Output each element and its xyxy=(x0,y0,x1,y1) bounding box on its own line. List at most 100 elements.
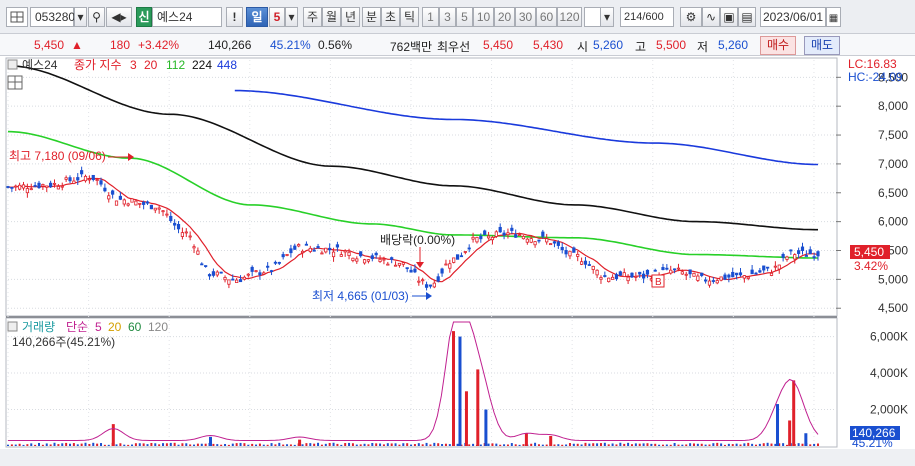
stock-code-input[interactable]: 053280 xyxy=(30,7,75,27)
stock-chart[interactable]: 4,5005,0005,5006,0006,5007,0007,5008,000… xyxy=(0,56,915,466)
low-value: 5,260 xyxy=(718,38,749,52)
candle-body xyxy=(669,269,673,274)
volume-bar xyxy=(146,444,149,446)
volume-legend-toggle-icon[interactable] xyxy=(7,321,18,332)
volume-bar xyxy=(603,442,606,446)
volume-bar xyxy=(615,444,618,446)
volume-bar xyxy=(131,444,134,446)
stock-name-input[interactable]: 예스24 xyxy=(152,7,222,27)
current-pct-axis-label: 3.42% xyxy=(854,259,888,273)
indicator-button[interactable]: ∿ xyxy=(702,7,720,27)
speaker-icon: ◀▸ xyxy=(111,10,127,24)
sound-button[interactable]: ◀▸ xyxy=(106,7,132,27)
candle-body xyxy=(808,249,812,255)
print-button[interactable]: ▤ xyxy=(738,7,756,27)
period-dropdown[interactable]: ▾ xyxy=(285,7,298,27)
save-button[interactable]: ▣ xyxy=(720,7,738,27)
custom-interval-dropdown[interactable]: ▾ xyxy=(600,7,614,27)
volume-bar xyxy=(305,443,308,446)
candle-body xyxy=(91,174,95,180)
candle-body xyxy=(219,271,223,274)
volume-tick-label: 4,000K xyxy=(870,366,908,380)
candle-body xyxy=(572,247,576,253)
volume-bar xyxy=(723,444,726,446)
volume-spike-bar xyxy=(476,369,480,446)
interval-5-button[interactable]: 5 xyxy=(456,7,473,27)
candle-body xyxy=(386,263,390,266)
candle-body xyxy=(766,266,770,269)
period-second-button[interactable]: 초 xyxy=(381,7,400,27)
volume-bar xyxy=(580,444,583,446)
candle-body xyxy=(514,234,518,238)
volume-bar xyxy=(766,442,769,446)
volume-bar xyxy=(328,442,331,446)
candle-body xyxy=(153,207,157,211)
candle-body xyxy=(33,185,37,187)
volume-bar xyxy=(150,442,153,446)
candle-body xyxy=(781,253,785,258)
volume-bar xyxy=(518,444,521,446)
volume-bar xyxy=(619,442,622,446)
volume-bar xyxy=(193,444,196,446)
interval-10-button[interactable]: 10 xyxy=(473,7,494,27)
candle-body xyxy=(510,227,514,231)
volume-bar xyxy=(813,443,816,446)
volume-bar xyxy=(421,444,424,446)
period-day-button[interactable]: 일 xyxy=(246,7,268,27)
chart-tool-icon[interactable] xyxy=(6,7,28,27)
volume-bar xyxy=(274,444,277,446)
period-week-button[interactable]: 주 xyxy=(303,7,322,27)
interval-120-button[interactable]: 120 xyxy=(557,7,582,27)
candle-body xyxy=(692,272,696,277)
candle-body xyxy=(10,186,14,189)
interval-20-button[interactable]: 20 xyxy=(494,7,515,27)
chart-area[interactable]: 4,500 5,000 5,500 6,000 6,500 7,000 7,500 8,000… xyxy=(0,56,915,466)
volume-bar xyxy=(154,443,157,446)
volume-value: 140,266 xyxy=(208,38,252,52)
sell-button[interactable]: 매도 xyxy=(804,36,840,55)
search-button[interactable]: ⚲ xyxy=(88,7,105,27)
period-minute-button[interactable]: 분 xyxy=(362,7,381,27)
period-tick-button[interactable]: 틱 xyxy=(400,7,419,27)
alert-button[interactable]: ! xyxy=(226,7,243,27)
interval-60-button[interactable]: 60 xyxy=(536,7,557,27)
candle-body xyxy=(289,248,293,254)
calendar-button[interactable]: ▦ xyxy=(826,7,841,27)
interval-1-button[interactable]: 1 xyxy=(422,7,439,27)
candle-body xyxy=(444,263,448,266)
volume-bar xyxy=(10,444,13,446)
period-year-button[interactable]: 년 xyxy=(341,7,360,27)
date-input[interactable]: 2023/06/01 xyxy=(760,7,826,27)
legend-ma112: 112 xyxy=(166,58,185,72)
candle-body xyxy=(87,178,91,181)
volume-bar xyxy=(134,443,137,446)
volume-bar xyxy=(123,444,126,446)
candle-body xyxy=(211,271,216,276)
candle-body xyxy=(479,235,483,240)
candle-body xyxy=(789,249,793,252)
code-dropdown[interactable]: ▾ xyxy=(74,7,87,27)
volume-bar xyxy=(92,442,95,446)
interval-30-button[interactable]: 30 xyxy=(515,7,536,27)
interval-3-button[interactable]: 3 xyxy=(439,7,456,27)
volume-bar xyxy=(677,444,680,446)
volume-spike-bar xyxy=(549,435,553,446)
buy-button[interactable]: 매수 xyxy=(760,36,796,55)
candle-body xyxy=(707,280,712,286)
current-price-axis-label: 5,450 xyxy=(854,245,884,259)
candle-body xyxy=(122,199,126,205)
legend-toggle-icon[interactable] xyxy=(7,59,18,70)
period-num-select[interactable]: 5 xyxy=(269,7,285,27)
candle-body xyxy=(529,238,533,243)
candle-body xyxy=(467,247,471,250)
candle-body xyxy=(552,241,557,244)
period-month-button[interactable]: 월 xyxy=(322,7,341,27)
candle-body xyxy=(83,175,88,182)
candle-body xyxy=(738,272,743,276)
save-icon: ▣ xyxy=(723,10,735,24)
volume-bar xyxy=(142,443,145,446)
current-volume-pct-label: 45.21% xyxy=(852,436,893,450)
chart-settings-button[interactable]: ⚙ xyxy=(680,7,702,27)
volume-bar xyxy=(817,443,819,446)
candle-body xyxy=(29,188,33,191)
